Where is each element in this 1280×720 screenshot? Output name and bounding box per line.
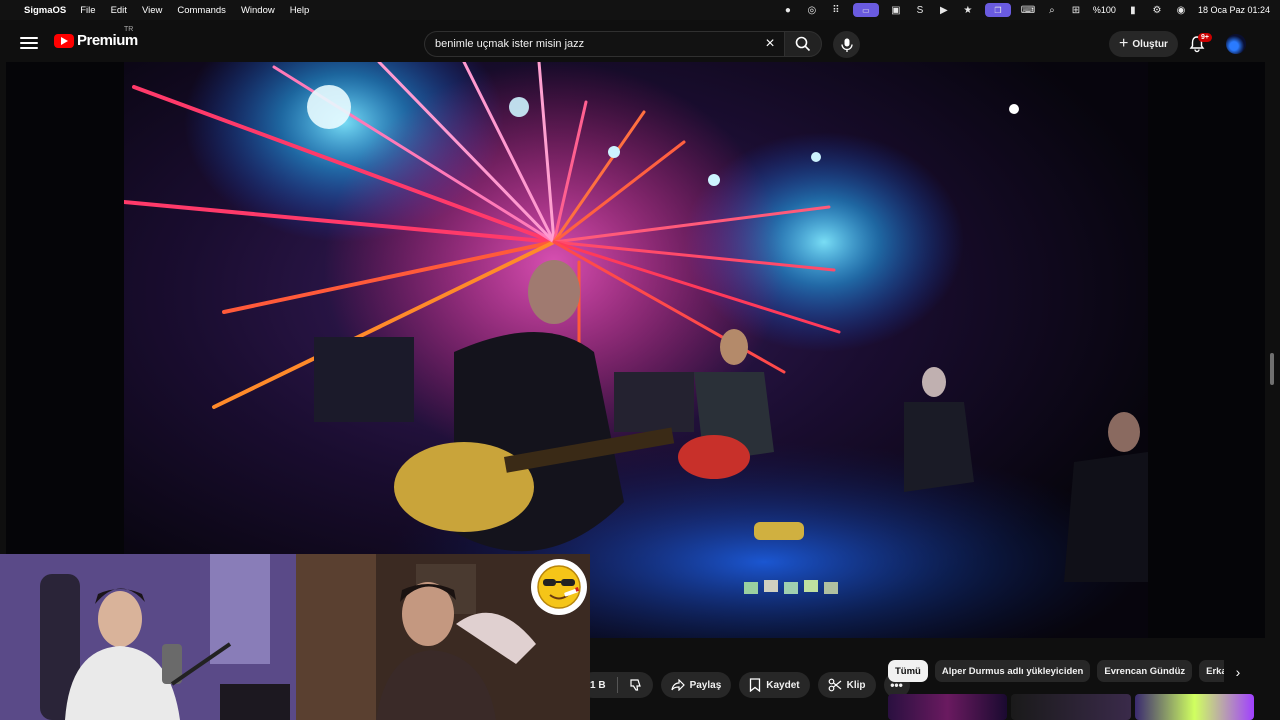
- siri-icon[interactable]: ◉: [1174, 4, 1188, 16]
- status-screens-icon[interactable]: ❐: [984, 3, 1011, 17]
- macos-menu-bar: SigmaOS File Edit View Commands Window H…: [0, 0, 1280, 20]
- status-play-icon[interactable]: ▶: [937, 4, 951, 16]
- status-skype-icon[interactable]: S: [913, 4, 927, 16]
- search-input[interactable]: benimle uçmak ister misin jazz: [424, 31, 786, 57]
- chip-uploader[interactable]: Alper Durmus adlı yükleyiciden: [934, 660, 1091, 682]
- save-button[interactable]: Kaydet: [739, 672, 810, 698]
- datetime[interactable]: 18 Oca Paz 01:24: [1198, 5, 1270, 15]
- clip-label: Klip: [846, 679, 866, 691]
- chip-all[interactable]: Tümü: [888, 660, 928, 682]
- create-label: Oluştur: [1132, 38, 1168, 50]
- search-icon: [795, 36, 811, 52]
- like-button[interactable]: 1 B: [580, 672, 653, 698]
- share-icon: [670, 679, 685, 691]
- microphone-icon: [840, 38, 853, 52]
- youtube-header: Premium TR benimle uçmak ister misin jaz…: [0, 20, 1280, 66]
- status-sync-icon[interactable]: ◎: [805, 4, 819, 16]
- chips-next-chevron-icon[interactable]: ›: [1228, 662, 1248, 682]
- video-actions: 1 B Paylaş Kaydet Klip •••: [580, 672, 910, 698]
- search-query-text[interactable]: benimle uçmak ister misin jazz: [435, 38, 584, 50]
- page-scrollbar[interactable]: [1268, 28, 1276, 718]
- control-center-icon[interactable]: ⚙: [1150, 4, 1164, 16]
- share-label: Paylaş: [689, 679, 722, 691]
- search-button[interactable]: [784, 31, 822, 57]
- related-thumbnail[interactable]: [1134, 694, 1254, 720]
- status-app-icon[interactable]: ●: [781, 4, 795, 16]
- chip-evrencan[interactable]: Evrencan Gündüz: [1097, 660, 1193, 682]
- scissors-icon: [828, 678, 842, 692]
- share-button[interactable]: Paylaş: [660, 672, 732, 698]
- menu-hamburger-icon[interactable]: [20, 34, 38, 52]
- logo-country-code: TR: [124, 26, 134, 33]
- clip-button[interactable]: Klip: [817, 672, 876, 698]
- menu-window[interactable]: Window: [241, 5, 275, 16]
- logo-text: Premium: [77, 32, 138, 49]
- plus-icon: +: [1119, 35, 1129, 52]
- status-display-icon[interactable]: ▣: [889, 4, 903, 16]
- webcam-overlay-streamer: [0, 554, 296, 720]
- menu-app-name[interactable]: SigmaOS: [24, 5, 66, 16]
- scrollbar-thumb[interactable]: [1270, 353, 1274, 385]
- status-keyboard-icon[interactable]: ⌨: [1021, 4, 1035, 16]
- menu-view[interactable]: View: [142, 5, 162, 16]
- status-search-icon[interactable]: ⌕: [1045, 4, 1059, 16]
- notification-badge: 9+: [1198, 33, 1212, 42]
- battery-icon[interactable]: ▮: [1126, 4, 1140, 16]
- clear-search-icon[interactable]: ×: [762, 35, 778, 53]
- battery-percentage: %100: [1092, 5, 1116, 15]
- menu-commands[interactable]: Commands: [177, 5, 226, 16]
- bookmark-icon: [750, 678, 761, 692]
- voice-search-button[interactable]: [833, 31, 860, 58]
- like-divider: [616, 677, 618, 693]
- status-recording-icon[interactable]: ▭: [852, 3, 879, 17]
- sunglasses-emoji-icon: [531, 559, 587, 615]
- related-thumbnail[interactable]: [1011, 694, 1131, 720]
- chip-erkan[interactable]: Erkan Oğur: [1199, 660, 1224, 682]
- status-grid-icon[interactable]: ⠿: [829, 4, 843, 16]
- youtube-play-icon: [54, 33, 74, 48]
- related-filter-chips: Tümü Alper Durmus adlı yükleyiciden Evre…: [888, 660, 1224, 682]
- dislike-icon: [629, 679, 641, 691]
- video-frame: [124, 62, 1148, 638]
- status-control-icon[interactable]: ⊞: [1069, 4, 1083, 16]
- youtube-premium-logo[interactable]: Premium TR: [54, 26, 138, 49]
- create-button[interactable]: + Oluştur: [1109, 31, 1178, 57]
- related-video-thumbnails: [888, 694, 1254, 720]
- menu-help[interactable]: Help: [290, 5, 310, 16]
- video-player[interactable]: [6, 62, 1265, 638]
- like-count: 1 B: [590, 679, 606, 691]
- account-avatar[interactable]: [1226, 34, 1246, 54]
- save-label: Kaydet: [766, 679, 800, 691]
- status-star-icon[interactable]: ★: [961, 4, 975, 16]
- menu-file[interactable]: File: [80, 5, 95, 16]
- related-thumbnail[interactable]: [888, 694, 1008, 720]
- menu-edit[interactable]: Edit: [111, 5, 127, 16]
